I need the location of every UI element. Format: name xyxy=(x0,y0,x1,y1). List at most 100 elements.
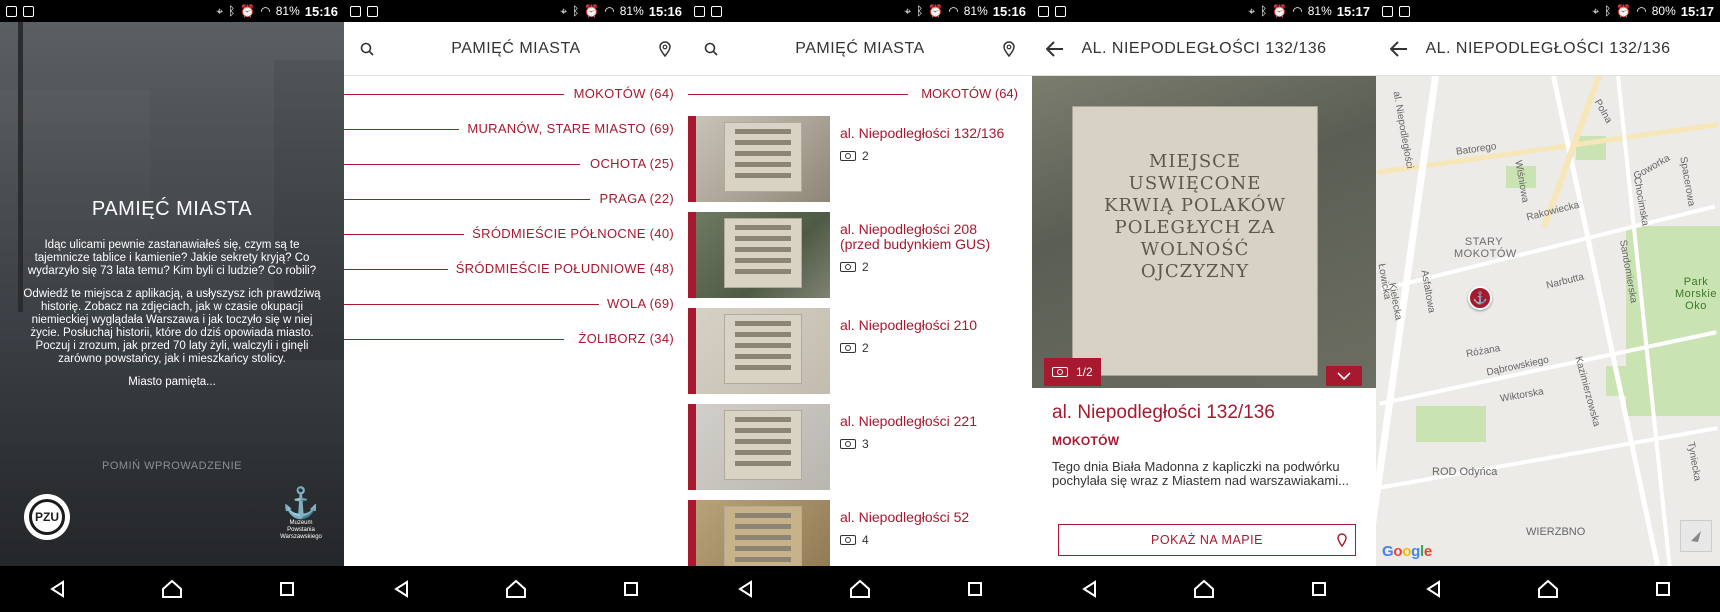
app-bar: AL. NIEPODLEGŁOŚCI 132/136 xyxy=(1376,22,1720,76)
alarm-icon: ⏰ xyxy=(1272,4,1288,18)
district-label: ŚRÓDMIEŚCIE POŁUDNIOWE (48) xyxy=(447,261,674,276)
image-notification-icon xyxy=(23,5,34,17)
back-nav-button[interactable] xyxy=(1069,569,1109,609)
street-label: Wiktorska xyxy=(1499,386,1545,405)
system-navigation-bar xyxy=(1376,566,1720,612)
wifi-icon: ◠ xyxy=(604,4,615,18)
app-title: PAMIĘĆ MIASTA xyxy=(451,39,581,57)
detail-screen: ⌖ ᛒ ⏰ ◠ 81% 15:17 AL. NIEPODLEGŁOŚCI 132/136 … xyxy=(1032,0,1376,612)
clock: 15:16 xyxy=(992,3,1026,19)
back-nav-button[interactable] xyxy=(381,569,421,609)
district-divider-line xyxy=(344,233,474,235)
stone-image xyxy=(724,218,802,288)
district-divider-line xyxy=(344,198,590,200)
district-item-srodmiescie-polnocne[interactable]: ŚRÓDMIEŚCIE PÓŁNOCNE (40) xyxy=(344,216,688,251)
camera-icon xyxy=(840,151,856,161)
bluetooth-icon: ᛒ xyxy=(1604,4,1612,18)
section-label: MOKOTÓW (64) xyxy=(921,86,1018,101)
image-notification-icon xyxy=(367,5,378,17)
place-thumbnail xyxy=(696,116,830,202)
location-icon: ⌖ xyxy=(1592,3,1600,18)
wifi-icon: ◠ xyxy=(948,4,959,18)
recents-nav-button[interactable] xyxy=(267,569,307,609)
photo-count: 3 xyxy=(862,437,869,451)
card-title: al. Niepodległości 132/136 xyxy=(1052,402,1275,423)
show-on-map-label: POKAŻ NA MAPIE xyxy=(1151,533,1263,547)
status-bar: ⌖ ᛒ ⏰ ◠ 81% 15:16 xyxy=(0,0,344,22)
street-label: Spacerowa xyxy=(1677,155,1697,208)
back-arrow-icon[interactable] xyxy=(1044,38,1066,60)
app-bar: PAMIĘĆ MIASTA xyxy=(688,22,1032,76)
place-marker[interactable]: ⚓ xyxy=(1468,286,1492,310)
collapse-toggle-button[interactable] xyxy=(1326,366,1362,386)
show-on-map-button[interactable]: POKAŻ NA MAPIE xyxy=(1058,524,1356,556)
location-icon: ⌖ xyxy=(216,3,224,18)
recents-nav-button[interactable] xyxy=(1299,569,1339,609)
image-notification-icon xyxy=(711,5,722,17)
recents-nav-button[interactable] xyxy=(955,569,995,609)
home-nav-button[interactable] xyxy=(1528,569,1568,609)
accent-bar xyxy=(688,404,696,490)
battery-level: 80% xyxy=(1651,4,1676,18)
map-pin-icon[interactable] xyxy=(654,38,676,60)
museum-logo: ⚓ Muzeum Powstania Warszawskiego xyxy=(276,488,326,541)
place-name: al. Niepodległości 132/136 xyxy=(840,125,1005,141)
intro-screen: ⌖ ᛒ ⏰ ◠ 81% 15:16 PAMIĘĆ MIASTA Idąc ulicami … xyxy=(0,0,344,612)
search-icon[interactable] xyxy=(700,38,722,60)
status-bar: ⌖ ᛒ ⏰ ◠ 81% 15:16 xyxy=(344,0,688,22)
district-map-label: STARY MOKOTÓW xyxy=(1454,236,1517,260)
district-item-mokotow[interactable]: MOKOTÓW (64) xyxy=(344,76,688,111)
home-nav-button[interactable] xyxy=(1184,569,1224,609)
image-notification-icon xyxy=(1055,5,1066,17)
place-photo[interactable]: MIEJSCE USWIĘCONE KRWIĄ POLAKÓW POLEGŁYC… xyxy=(1032,76,1376,388)
place-item[interactable]: al. Niepodległości 221 3 xyxy=(688,404,1032,500)
stone-image xyxy=(724,314,802,384)
district-label: WOLA (69) xyxy=(599,296,674,311)
home-nav-button[interactable] xyxy=(840,569,880,609)
district-item-praga[interactable]: PRAGA (22) xyxy=(344,181,688,216)
garden-map-label: ROD Odyńca xyxy=(1432,466,1498,478)
district-item-srodmiescie-poludniowe[interactable]: ŚRÓDMIEŚCIE POŁUDNIOWE (48) xyxy=(344,251,688,286)
district-label: PRAGA (22) xyxy=(591,191,674,206)
back-nav-button[interactable] xyxy=(1413,569,1453,609)
photo-count: 2 xyxy=(862,260,869,274)
back-nav-button[interactable] xyxy=(37,569,77,609)
home-nav-button[interactable] xyxy=(152,569,192,609)
system-navigation-bar xyxy=(1032,566,1376,612)
district-label: MURANÓW, STARE MIASTO (69) xyxy=(459,121,674,136)
place-title: AL. NIEPODLEGŁOŚCI 132/136 xyxy=(1081,39,1327,57)
navigation-arrow-icon[interactable] xyxy=(1680,520,1712,552)
map-view[interactable]: al. Niepodległości Wiśniowa Rakowiecka C… xyxy=(1376,76,1720,566)
street-label: Różana xyxy=(1465,343,1502,360)
recents-nav-button[interactable] xyxy=(611,569,651,609)
skip-intro-button[interactable]: POMIŃ WPROWADZENIE xyxy=(0,460,344,472)
clock: 15:17 xyxy=(1336,3,1370,19)
image-notification-icon xyxy=(1399,5,1410,17)
place-item[interactable]: al. Niepodległości 208 (przed budynkiem … xyxy=(688,212,1032,308)
district-item-wola[interactable]: WOLA (69) xyxy=(344,286,688,321)
park-map-label: Park Morskie Oko xyxy=(1674,276,1717,312)
notification-icon xyxy=(1038,5,1049,17)
app-title: PAMIĘĆ MIASTA xyxy=(795,39,925,57)
district-divider-line xyxy=(344,93,564,95)
stone-image xyxy=(724,122,802,192)
place-item[interactable]: al. Niepodległości 132/136 2 xyxy=(688,116,1032,212)
card-district: MOKOTÓW xyxy=(1052,434,1120,448)
section-header[interactable]: MOKOTÓW (64) xyxy=(688,76,1032,111)
district-item-muranow[interactable]: MURANÓW, STARE MIASTO (69) xyxy=(344,111,688,146)
place-item[interactable]: al. Niepodległości 210 2 xyxy=(688,308,1032,404)
recents-nav-button[interactable] xyxy=(1643,569,1683,609)
map-pin-icon[interactable] xyxy=(998,38,1020,60)
bluetooth-icon: ᛒ xyxy=(1260,4,1268,18)
back-nav-button[interactable] xyxy=(725,569,765,609)
district-list: MOKOTÓW (64) MURANÓW, STARE MIASTO (69) … xyxy=(344,76,688,356)
accent-bar xyxy=(688,116,696,202)
search-icon[interactable] xyxy=(356,38,378,60)
notification-icon xyxy=(694,5,705,17)
home-nav-button[interactable] xyxy=(496,569,536,609)
memorial-stone: MIEJSCE USWIĘCONE KRWIĄ POLAKÓW POLEGŁYC… xyxy=(1072,106,1318,376)
district-item-zoliborz[interactable]: ŻOLIBORZ (34) xyxy=(344,321,688,356)
district-item-ochota[interactable]: OCHOTA (25) xyxy=(344,146,688,181)
location-icon: ⌖ xyxy=(560,3,568,18)
back-arrow-icon[interactable] xyxy=(1388,38,1410,60)
